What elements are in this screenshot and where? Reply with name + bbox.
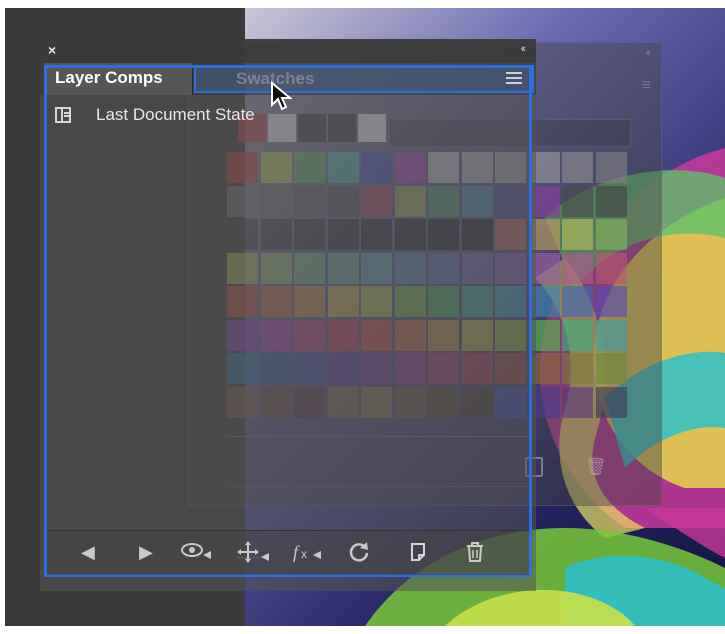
tab-layer-comps[interactable]: Layer Comps bbox=[44, 63, 193, 95]
layer-comps-panel: × ‹‹ Layer Comps Swatches Last Document … bbox=[40, 39, 536, 591]
swatch[interactable] bbox=[595, 252, 627, 284]
swatch[interactable] bbox=[595, 386, 627, 418]
resize-grip-icon[interactable]: ▪▪▪▪▪▪▪ bbox=[237, 553, 264, 562]
swatch[interactable] bbox=[595, 219, 627, 250]
swatch[interactable] bbox=[562, 185, 593, 217]
swatch[interactable] bbox=[595, 185, 627, 217]
delete-button[interactable] bbox=[465, 541, 485, 563]
layer-comp-icon bbox=[55, 107, 71, 123]
ghost-collapse-icon: ‹‹ bbox=[645, 47, 652, 59]
svg-text:x: x bbox=[301, 547, 307, 561]
swatch[interactable] bbox=[595, 319, 627, 351]
new-comp-button[interactable] bbox=[409, 541, 429, 563]
swatch[interactable] bbox=[595, 286, 627, 317]
ghost-menu-icon: ≡ bbox=[641, 77, 651, 94]
visibility-button[interactable] bbox=[181, 541, 217, 563]
tab-swatches[interactable]: Swatches bbox=[194, 65, 534, 93]
swatch[interactable] bbox=[562, 252, 593, 284]
swatch[interactable] bbox=[595, 152, 627, 183]
swatch[interactable] bbox=[562, 219, 593, 250]
refresh-icon bbox=[349, 542, 369, 562]
swatch[interactable] bbox=[595, 353, 627, 384]
layer-comp-label: Last Document State bbox=[96, 105, 255, 124]
eye-icon bbox=[181, 543, 211, 559]
panel-title-bar[interactable]: × ‹‹ bbox=[40, 39, 536, 63]
close-panel-button[interactable]: × bbox=[48, 42, 56, 58]
swatch[interactable] bbox=[562, 386, 593, 418]
swatch[interactable] bbox=[562, 286, 593, 317]
swatch[interactable] bbox=[562, 152, 593, 183]
ghost-trash-icon: 🗑 bbox=[585, 457, 607, 476]
layer-comps-toolbar: ◀ ▶ f x bbox=[47, 530, 529, 575]
trash-icon bbox=[467, 542, 483, 562]
svg-text:f: f bbox=[293, 542, 301, 562]
new-page-icon bbox=[411, 543, 425, 561]
swatch[interactable] bbox=[562, 319, 593, 351]
fx-icon: f x bbox=[293, 542, 321, 562]
previous-comp-button[interactable]: ◀ bbox=[81, 541, 95, 563]
next-comp-button[interactable]: ▶ bbox=[139, 541, 153, 563]
drop-target-highlight bbox=[44, 65, 532, 577]
style-button[interactable]: f x bbox=[293, 541, 329, 563]
arrow-cursor-icon bbox=[271, 81, 292, 111]
panel-menu-icon[interactable] bbox=[506, 72, 522, 87]
collapse-panel-button[interactable]: ‹‹ bbox=[521, 43, 527, 55]
swatch[interactable] bbox=[562, 353, 593, 384]
photoshop-workspace: × ‹‹ ≡ 🗑 × ‹‹ Layer Comps Swatches Last … bbox=[5, 8, 725, 626]
update-button[interactable] bbox=[347, 541, 371, 563]
